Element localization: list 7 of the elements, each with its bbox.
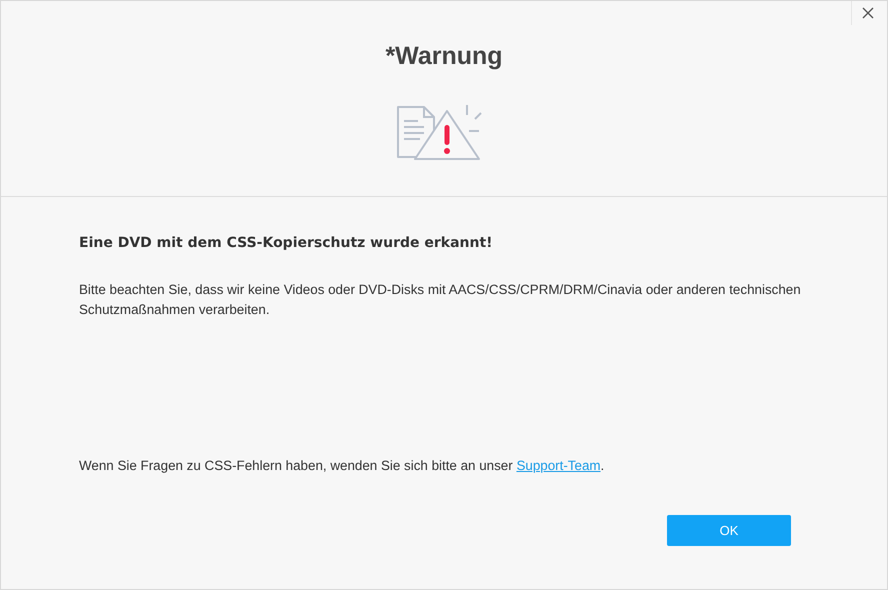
support-link[interactable]: Support-Team	[516, 458, 601, 473]
close-icon	[862, 7, 874, 19]
warning-message: Bitte beachten Sie, dass wir keine Videos oder DVD-Disks mit AACS/CSS/CPRM/DRM/Cinavia oder anderen technischen Schutzmaßnahmen verarbeiten.	[79, 281, 802, 319]
warning-heading: Eine DVD mit dem CSS-Kopierschutz wurde erkannt!	[79, 235, 494, 251]
dialog-title: *Warnung	[385, 42, 503, 71]
ok-button[interactable]: OK	[667, 515, 791, 546]
help-text: Wenn Sie Fragen zu CSS-Fehlern haben, wenden Sie sich bitte an unser Support-Team.	[79, 458, 606, 473]
